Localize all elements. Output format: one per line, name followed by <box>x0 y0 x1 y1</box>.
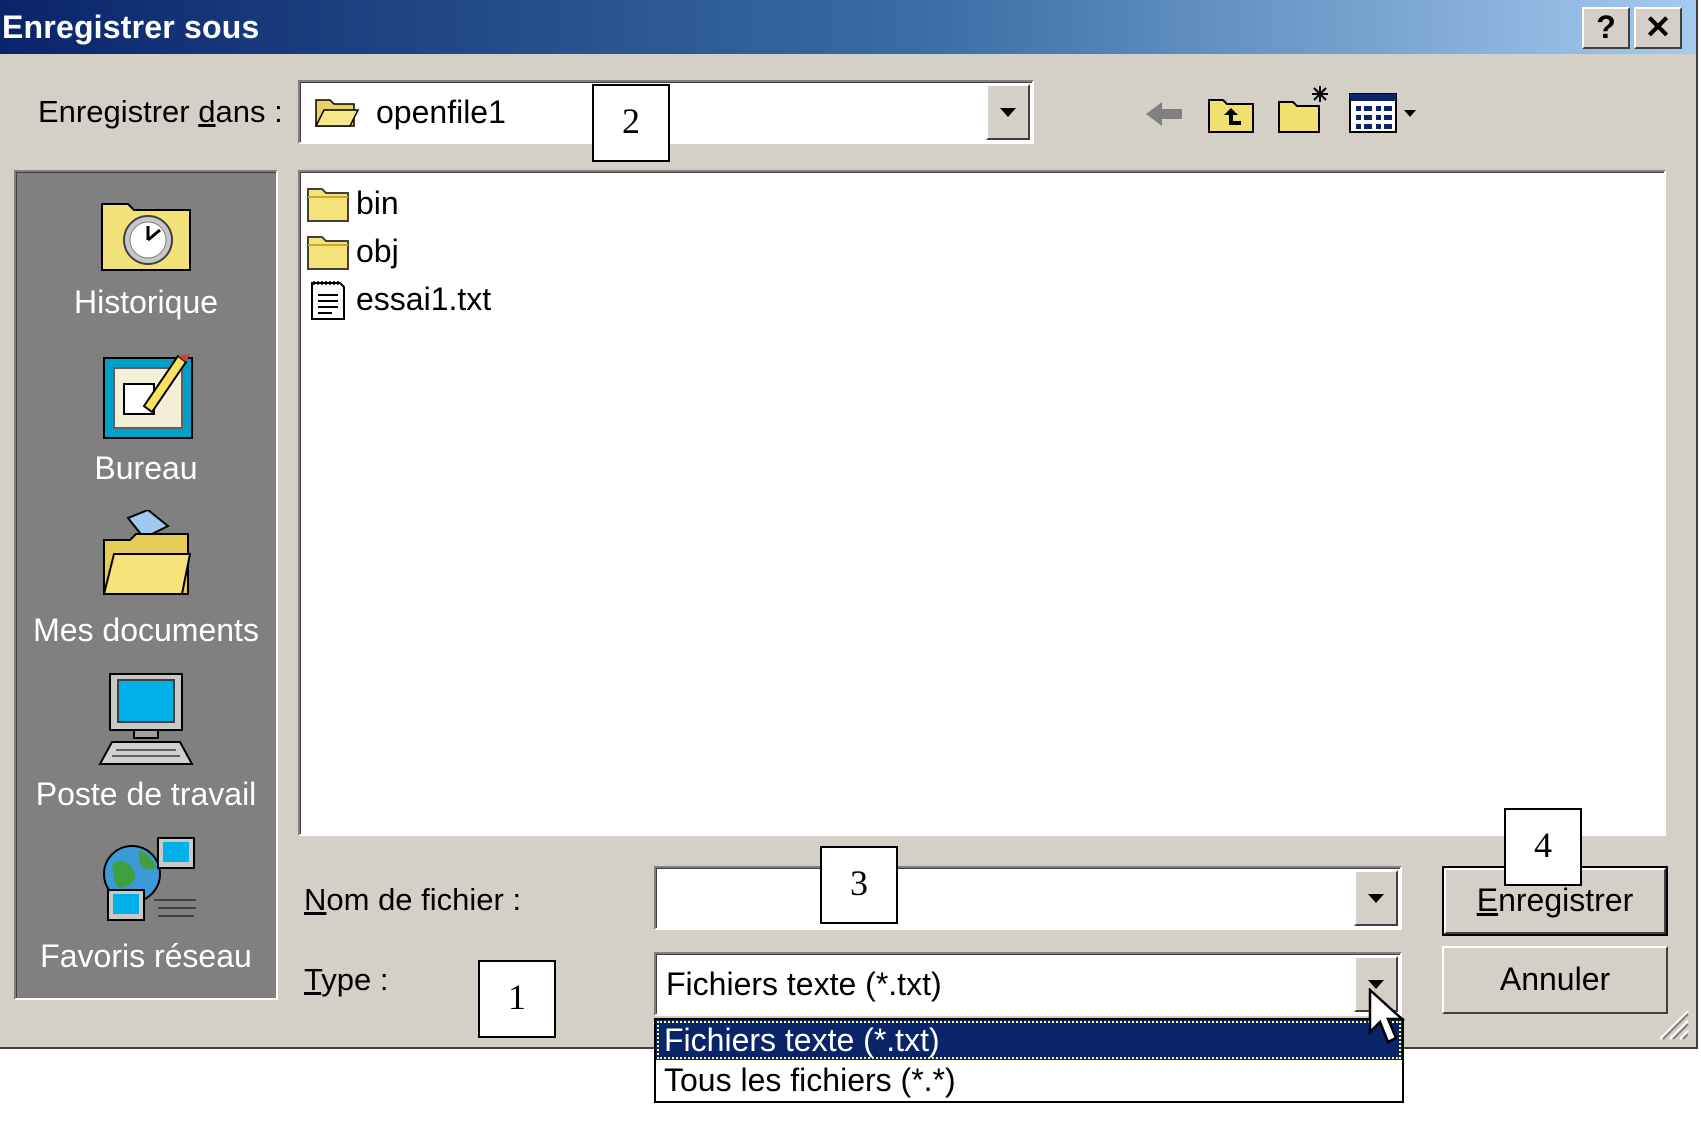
current-folder-name: openfile1 <box>376 94 506 130</box>
filename-dropdown-button[interactable] <box>1354 870 1398 926</box>
mouse-cursor-icon <box>1368 987 1408 1048</box>
history-icon <box>98 190 194 274</box>
filetype-value: Fichiers texte (*.txt) <box>666 966 942 1002</box>
resize-grip[interactable] <box>1654 1005 1690 1041</box>
place-label: Favoris réseau <box>40 938 252 974</box>
file-name: obj <box>356 232 399 269</box>
callout-3: 3 <box>820 846 898 924</box>
title-bar[interactable]: Enregistrer sous ? ✕ <box>0 0 1696 54</box>
file-item-essai1[interactable]: essai1.txt <box>306 276 491 322</box>
filetype-option-all[interactable]: Tous les fichiers (*.*) <box>656 1060 1402 1100</box>
callout-2: 2 <box>592 84 670 162</box>
filename-input[interactable] <box>654 866 1402 930</box>
place-network[interactable]: Favoris réseau <box>16 834 276 984</box>
help-button[interactable]: ? <box>1582 7 1630 49</box>
filetype-dropdown-list[interactable]: Fichiers texte (*.txt) Tous les fichiers… <box>654 1018 1404 1103</box>
place-desktop[interactable]: Bureau <box>16 350 276 500</box>
help-icon: ? <box>1596 9 1616 45</box>
save-in-dropdown-button[interactable] <box>986 84 1030 140</box>
folder-icon <box>306 183 350 223</box>
up-one-level-icon[interactable] <box>1206 90 1256 136</box>
new-folder-icon[interactable] <box>1276 84 1332 136</box>
file-item-bin[interactable]: bin <box>306 180 399 226</box>
filename-label: Nom de fichier : <box>304 882 522 917</box>
callout-4: 4 <box>1504 808 1582 886</box>
network-places-icon <box>98 834 198 930</box>
save-in-label: Enregistrer dans : <box>38 94 283 129</box>
my-computer-icon <box>96 672 196 768</box>
close-button[interactable]: ✕ <box>1634 7 1682 49</box>
file-item-obj[interactable]: obj <box>306 228 399 274</box>
place-label: Historique <box>73 284 219 320</box>
filetype-option-txt[interactable]: Fichiers texte (*.txt) <box>656 1020 1402 1060</box>
my-documents-icon <box>98 508 196 600</box>
view-menu-icon[interactable] <box>1348 92 1424 136</box>
place-label: Bureau <box>94 450 198 486</box>
cancel-button[interactable]: Annuler <box>1442 946 1668 1014</box>
filetype-combobox[interactable]: Fichiers texte (*.txt) <box>654 952 1402 1016</box>
close-icon: ✕ <box>1644 9 1672 45</box>
places-bar: Historique Bureau Mes documents Poste de… <box>14 170 278 1000</box>
callout-1: 1 <box>478 960 556 1038</box>
desktop-icon <box>100 350 196 442</box>
file-name: bin <box>356 184 399 221</box>
place-my-computer[interactable]: Poste de travail <box>16 672 276 822</box>
window-title: Enregistrer sous <box>2 9 260 45</box>
place-label: Poste de travail <box>35 776 257 812</box>
back-arrow-icon[interactable] <box>1142 94 1186 134</box>
open-folder-icon <box>314 94 360 130</box>
file-name: essai1.txt <box>356 280 492 317</box>
filetype-label: Type : <box>304 962 389 997</box>
place-my-documents[interactable]: Mes documents <box>16 508 276 660</box>
file-list[interactable]: bin obj essai1.txt <box>298 170 1666 836</box>
text-file-icon <box>306 279 350 320</box>
place-label: Mes documents <box>33 612 259 648</box>
folder-icon <box>306 231 350 271</box>
place-history[interactable]: Historique <box>16 190 276 340</box>
